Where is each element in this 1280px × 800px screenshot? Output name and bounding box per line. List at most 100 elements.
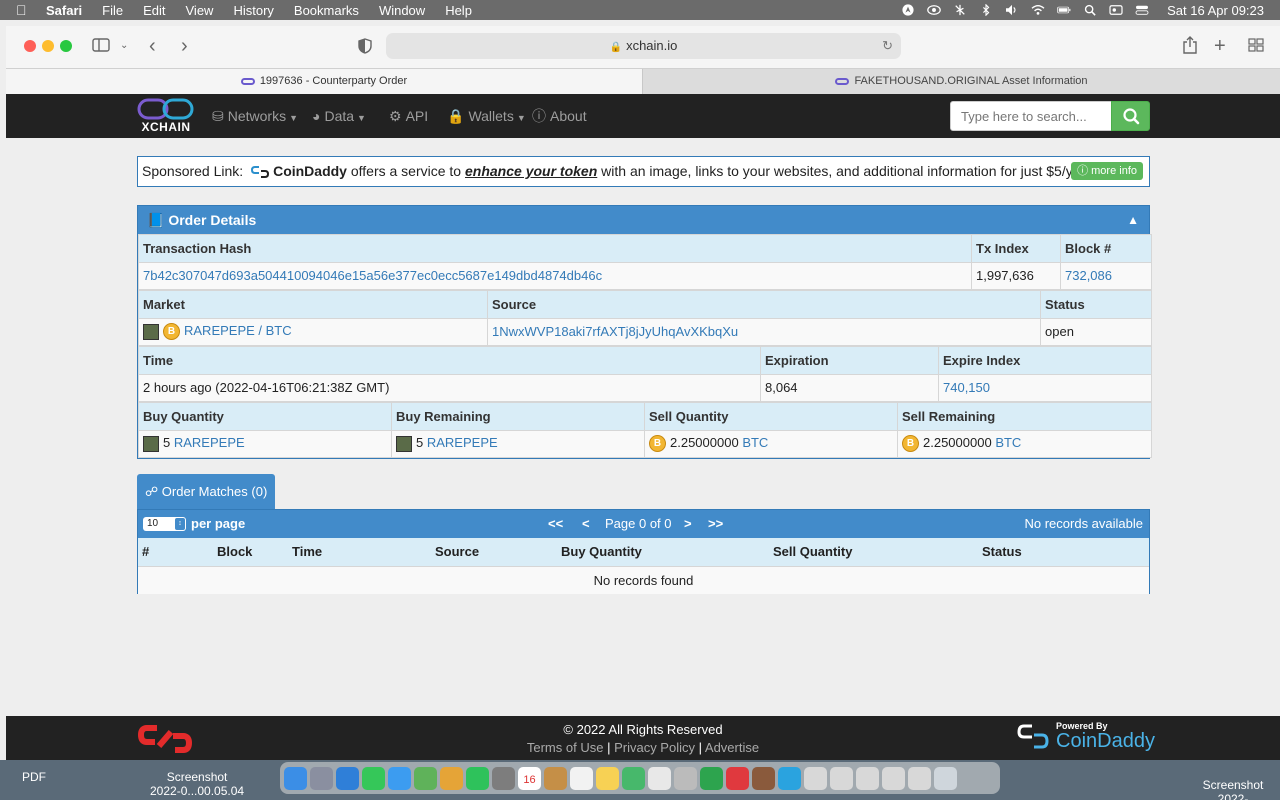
facetime-icon[interactable] <box>466 766 489 790</box>
trash-icon[interactable] <box>934 766 957 790</box>
system-preferences-icon[interactable] <box>492 766 515 790</box>
maps-icon[interactable] <box>414 766 437 790</box>
col-buy-quantity[interactable]: Buy Quantity <box>561 538 642 566</box>
menu-history[interactable]: History <box>233 3 273 18</box>
menu-help[interactable]: Help <box>445 3 472 18</box>
bluetooth-icon[interactable] <box>979 4 993 16</box>
contacts-icon[interactable] <box>544 766 567 790</box>
apple-menu-icon[interactable]:  <box>16 2 32 18</box>
advertise-link[interactable]: Advertise <box>705 740 759 755</box>
menu-bookmarks[interactable]: Bookmarks <box>294 3 359 18</box>
app-store-icon[interactable] <box>700 766 723 790</box>
more-info-button[interactable]: ⓘ more info <box>1071 162 1143 180</box>
menu-file[interactable]: File <box>102 3 123 18</box>
tab-asset-information[interactable]: FAKETHOUSAND.ORIGINAL Asset Information <box>642 69 1280 94</box>
tx-hash-link[interactable]: 7b42c307047d693a504410094046e15a56e377ec… <box>143 268 602 283</box>
brave-icon[interactable] <box>726 766 749 790</box>
mail-icon[interactable] <box>388 766 411 790</box>
status-vpn-icon[interactable] <box>953 4 967 16</box>
site-search-button[interactable] <box>1111 101 1150 131</box>
reload-icon[interactable]: ↻ <box>882 33 893 59</box>
privacy-shield-icon[interactable] <box>358 38 372 54</box>
desktop-pdf-file[interactable]: PDF <box>22 770 46 784</box>
recent-document-icon[interactable] <box>908 766 931 790</box>
nav-api[interactable]: ⚙ API <box>389 94 428 138</box>
col-block[interactable]: Block <box>217 538 252 566</box>
finder-icon[interactable] <box>284 766 307 790</box>
sell-quantity-asset-link[interactable]: BTC <box>742 435 768 450</box>
back-icon[interactable]: ‹ <box>149 36 156 56</box>
keynote-icon[interactable] <box>648 766 671 790</box>
user-switch-icon[interactable] <box>1109 4 1123 16</box>
order-matches-tab[interactable]: ☍ Order Matches (0) <box>137 474 275 509</box>
share-icon[interactable] <box>1182 36 1198 54</box>
next-page-button[interactable]: > <box>684 510 692 538</box>
tab-counterparty-order[interactable]: 1997636 - Counterparty Order <box>6 69 642 94</box>
sell-remaining-asset-link[interactable]: BTC <box>995 435 1021 450</box>
prev-page-button[interactable]: < <box>582 510 590 538</box>
menu-view[interactable]: View <box>186 3 214 18</box>
xchain-logo[interactable]: XCHAIN <box>137 98 195 134</box>
volume-icon[interactable] <box>1005 4 1019 16</box>
source-address-link[interactable]: 1NwxWVP18aki7rfAXTj8jJyUhqAvXKbqXu <box>492 324 738 339</box>
menubar-clock[interactable]: Sat 16 Apr 09:23 <box>1167 3 1264 18</box>
recent-document-icon[interactable] <box>830 766 853 790</box>
status-navigation-icon[interactable] <box>901 4 915 16</box>
terms-link[interactable]: Terms of Use <box>527 740 604 755</box>
maps-app-icon[interactable] <box>622 766 645 790</box>
chevron-up-icon[interactable]: ▲ <box>1127 206 1139 234</box>
market-link[interactable]: RAREPEPE / BTC <box>184 323 292 338</box>
telegram-icon[interactable] <box>778 766 801 790</box>
control-center-icon[interactable] <box>1135 4 1149 16</box>
privacy-link[interactable]: Privacy Policy <box>614 740 695 755</box>
forward-icon[interactable]: › <box>181 36 188 56</box>
menu-edit[interactable]: Edit <box>143 3 165 18</box>
photos-icon[interactable] <box>440 766 463 790</box>
recent-document-icon[interactable] <box>882 766 905 790</box>
status-switch-icon[interactable] <box>927 4 941 16</box>
address-bar[interactable]: 🔒 xchain.io ↻ <box>386 33 901 59</box>
block-link[interactable]: 732,086 <box>1065 268 1112 283</box>
buy-remaining-asset-link[interactable]: RAREPEPE <box>427 435 498 450</box>
nav-data[interactable]: ◕ Data ▼ <box>312 94 366 138</box>
wifi-icon[interactable] <box>1031 4 1045 16</box>
col-status[interactable]: Status <box>982 538 1022 566</box>
tab-overview-icon[interactable] <box>1248 38 1264 52</box>
first-page-button[interactable]: << <box>548 510 563 538</box>
chevron-down-icon[interactable]: ⌄ <box>120 36 128 56</box>
help-icon[interactable] <box>674 766 697 790</box>
launchpad-icon[interactable] <box>310 766 333 790</box>
recent-document-icon[interactable] <box>856 766 879 790</box>
spotlight-search-icon[interactable] <box>1083 4 1097 16</box>
nav-networks[interactable]: ⛁ Networks ▼ <box>212 94 298 138</box>
col-time[interactable]: Time <box>292 538 322 566</box>
battery-icon[interactable] <box>1057 4 1071 16</box>
menu-window[interactable]: Window <box>379 3 425 18</box>
nav-wallets[interactable]: 🔒 Wallets ▼ <box>447 94 526 138</box>
col-source[interactable]: Source <box>435 538 479 566</box>
desktop-screenshot-left[interactable]: Screenshot 2022-0...00.05.04 <box>150 770 244 798</box>
site-search-input[interactable] <box>950 101 1112 131</box>
nav-about[interactable]: ⓘ About <box>532 94 587 138</box>
reminders-icon[interactable] <box>570 766 593 790</box>
col-sell-quantity[interactable]: Sell Quantity <box>773 538 852 566</box>
sidebar-toggle-icon[interactable] <box>92 38 110 52</box>
safari-icon[interactable] <box>336 766 359 790</box>
close-window-button[interactable] <box>24 40 36 52</box>
buy-quantity-asset-link[interactable]: RAREPEPE <box>174 435 245 450</box>
desktop-screenshot-right[interactable]: Screenshot 2022-0....11.50.25 <box>1186 778 1280 800</box>
calendar-icon[interactable]: 16 <box>518 766 541 790</box>
menu-app-safari[interactable]: Safari <box>46 3 82 18</box>
last-page-button[interactable]: >> <box>708 510 723 538</box>
recent-document-icon[interactable] <box>804 766 827 790</box>
enhance-token-link[interactable]: enhance your token <box>465 163 597 179</box>
per-page-select[interactable]: 10 ↕ <box>143 517 186 531</box>
col-number[interactable]: # <box>142 538 149 566</box>
zoom-window-button[interactable] <box>60 40 72 52</box>
minimize-window-button[interactable] <box>42 40 54 52</box>
messages-icon[interactable] <box>362 766 385 790</box>
game-icon[interactable] <box>752 766 775 790</box>
new-tab-icon[interactable]: + <box>1214 36 1226 56</box>
expire-index-link[interactable]: 740,150 <box>943 380 990 395</box>
notes-icon[interactable] <box>596 766 619 790</box>
